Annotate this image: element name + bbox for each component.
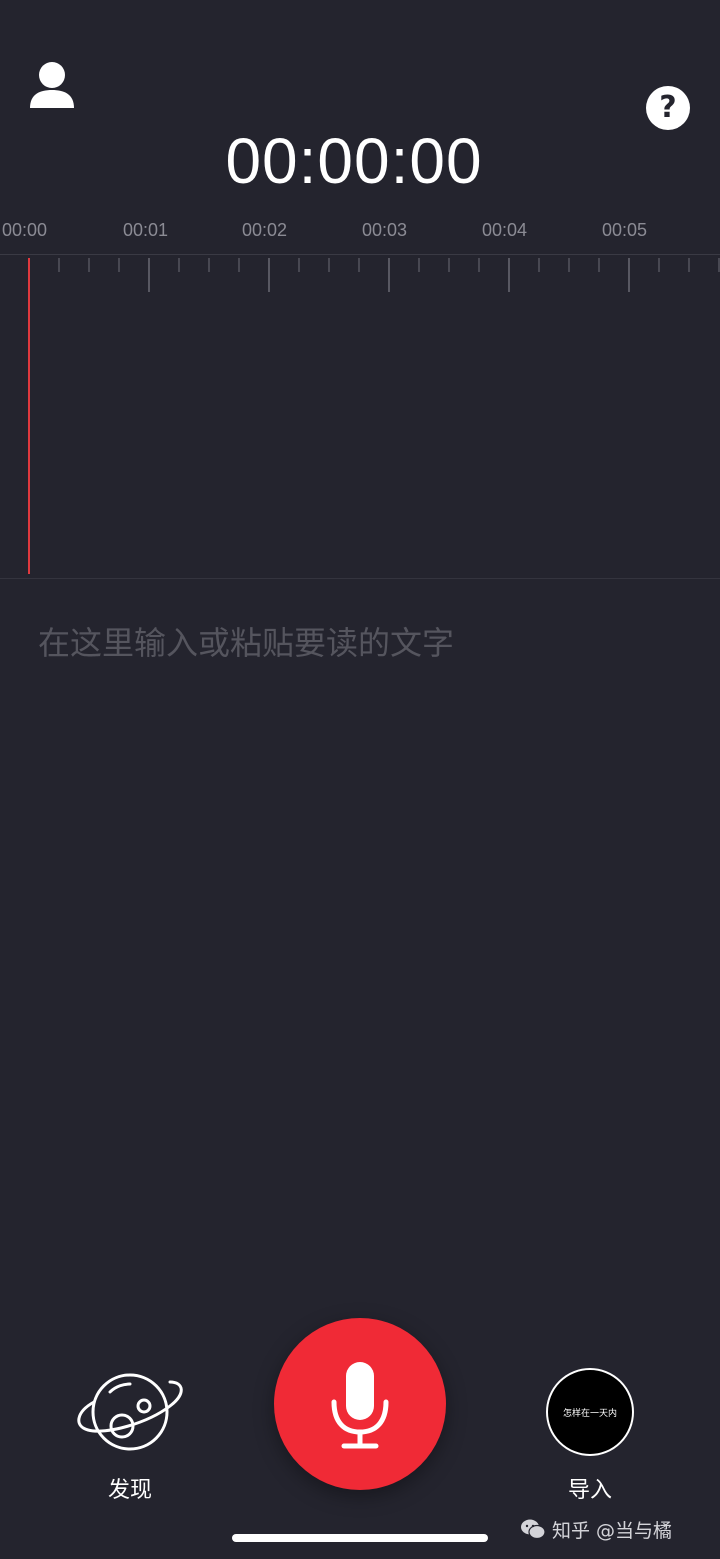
timeline-label: 00:05 — [602, 220, 648, 240]
discover-label: 发现 — [107, 1478, 152, 1503]
discover-button[interactable]: 发现 — [72, 1368, 188, 1508]
recording-timer: 00:00:00 — [225, 125, 483, 197]
planet-icon — [77, 1373, 183, 1451]
home-indicator[interactable] — [232, 1534, 488, 1542]
watermark-text: 知乎 @当与橘 — [552, 1519, 673, 1542]
timeline-label: 00:04 — [482, 220, 528, 240]
waveform-area[interactable] — [0, 256, 720, 578]
record-button[interactable] — [274, 1318, 446, 1490]
script-text-input[interactable] — [38, 618, 678, 1238]
timeline-label: 00:02 — [242, 220, 288, 240]
import-button[interactable]: 怎样在一天内 导入 — [540, 1366, 640, 1508]
microphone-icon — [331, 1362, 389, 1449]
timeline-label: 00:00 — [2, 220, 48, 240]
divider — [0, 578, 720, 579]
person-icon — [30, 62, 74, 108]
profile-button[interactable] — [28, 60, 76, 110]
import-label: 导入 — [567, 1478, 612, 1503]
watermark: 知乎 @当与橘 — [520, 1514, 710, 1544]
timeline-label: 00:01 — [123, 220, 169, 240]
import-thumbnail: 怎样在一天内 — [546, 1368, 634, 1456]
timeline-label: 00:03 — [362, 220, 408, 240]
recorder-screen: ? 00:00:00 00:00 00:01 00:02 00:03 00:04… — [0, 0, 720, 1559]
timeline-labels: 00:00 00:01 00:02 00:03 00:04 00:05 — [0, 220, 720, 246]
import-thumbnail-text: 怎样在一天内 — [562, 1408, 617, 1419]
playhead[interactable] — [28, 258, 30, 574]
wechat-icon — [521, 1519, 546, 1540]
